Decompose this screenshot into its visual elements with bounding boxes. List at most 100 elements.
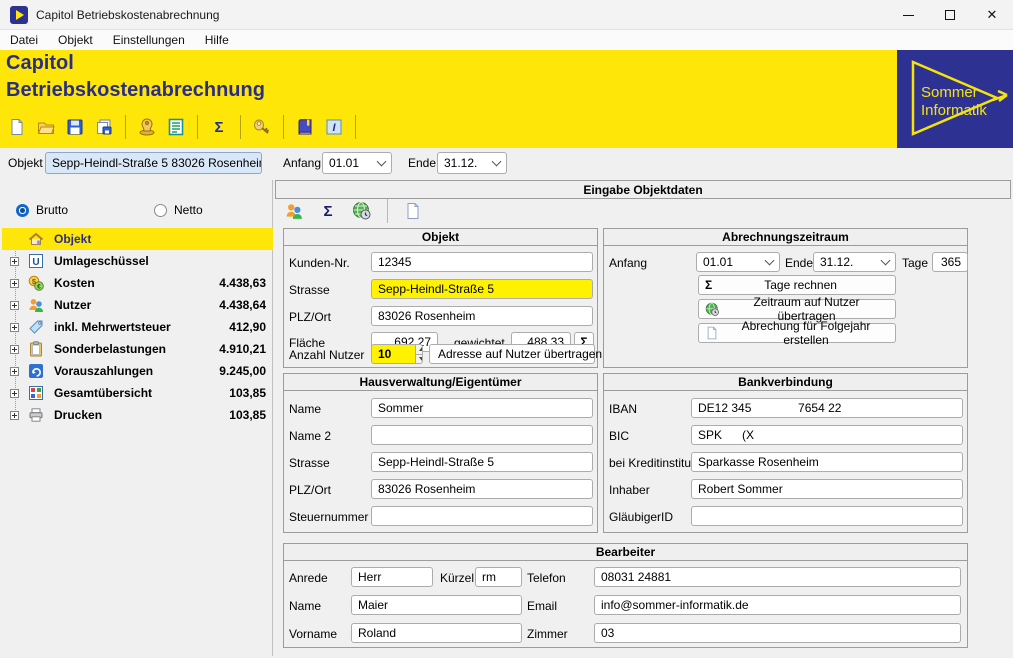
- sidebar-item-sonderbelastungen[interactable]: Sonderbelastungen 4.910,21: [2, 338, 273, 360]
- expand-plus-icon[interactable]: [10, 322, 19, 332]
- brand-title: Capitol: [6, 52, 74, 74]
- save-all-icon[interactable]: [93, 116, 115, 138]
- anzahl-nutzer-stepper[interactable]: 10: [371, 344, 423, 364]
- main-toolbar: Σ I: [6, 114, 359, 140]
- radio-netto[interactable]: Netto: [154, 203, 203, 217]
- users-icon[interactable]: [283, 200, 305, 222]
- hv-strasse-field[interactable]: Sepp-Heindl-Straße 5: [371, 452, 593, 472]
- hv-steuernummer-field[interactable]: [371, 506, 593, 526]
- sidebar-item-kosten[interactable]: $ € Kosten 4.438,63: [2, 272, 273, 294]
- new-document-icon[interactable]: [6, 116, 28, 138]
- ende-select[interactable]: 31.12.: [437, 152, 507, 174]
- sidebar-item-mehrwertsteuer[interactable]: inkl. Mehrwertsteuer 412,90: [2, 316, 273, 338]
- bearbeiter-groupbox-title: Bearbeiter: [283, 543, 968, 561]
- expand-plus-icon[interactable]: [10, 388, 19, 398]
- hausverwaltung-groupbox: Hausverwaltung/Eigentümer Name Sommer Na…: [283, 373, 598, 533]
- kunden-nr-field[interactable]: 12345: [371, 252, 593, 272]
- email-label: Email: [527, 599, 558, 613]
- report-icon[interactable]: [165, 116, 187, 138]
- sidebar: Brutto Netto Objekt U Umlageschüssel $ € …: [2, 180, 273, 656]
- strasse-label: Strasse: [289, 283, 330, 297]
- maximize-button[interactable]: [929, 0, 971, 30]
- iban-field[interactable]: DE12 345 7654 22: [691, 398, 963, 418]
- globe-clock-icon[interactable]: [351, 200, 373, 222]
- kuerzel-field[interactable]: rm: [475, 567, 522, 587]
- tree-value: 9.245,00: [219, 364, 266, 378]
- tage-label: Tage: [902, 256, 929, 270]
- sidebar-item-vorauszahlungen[interactable]: Vorauszahlungen 9.245,00: [2, 360, 273, 382]
- inhaber-field[interactable]: Robert Sommer: [691, 479, 963, 499]
- anzahl-nutzer-label: Anzahl Nutzer: [289, 348, 365, 362]
- stamp-icon[interactable]: [136, 116, 158, 138]
- menu-datei[interactable]: Datei: [0, 30, 48, 50]
- close-button[interactable]: ✕: [971, 0, 1013, 30]
- clipboard-icon: [28, 341, 44, 357]
- anfang-select[interactable]: 01.01: [322, 152, 392, 174]
- hv-name2-field[interactable]: [371, 425, 593, 445]
- zeitraum-ende-select[interactable]: 31.12.: [813, 252, 896, 272]
- objekt-row-label: Objekt: [8, 156, 43, 170]
- stepper-arrows[interactable]: [415, 345, 422, 363]
- expand-plus-icon[interactable]: [10, 278, 19, 288]
- sidebar-item-nutzer[interactable]: Nutzer 4.438,64: [2, 294, 273, 316]
- tage-rechnen-button[interactable]: Σ Tage rechnen: [698, 275, 896, 295]
- open-folder-icon[interactable]: [35, 116, 57, 138]
- radio-brutto[interactable]: Brutto: [16, 203, 68, 217]
- adresse-uebertragen-button[interactable]: Adresse auf Nutzer übertragen: [429, 344, 602, 364]
- menu-einstellungen[interactable]: Einstellungen: [103, 30, 195, 50]
- kreditinstitut-field[interactable]: Sparkasse Rosenheim: [691, 452, 963, 472]
- telefon-field[interactable]: 08031 24881: [594, 567, 961, 587]
- objekt-field[interactable]: Sepp-Heindl-Straße 5 83026 Rosenheim: [45, 152, 262, 174]
- radio-netto-dot: [154, 203, 167, 217]
- save-icon[interactable]: [64, 116, 86, 138]
- hausverwaltung-groupbox-title: Hausverwaltung/Eigentümer: [283, 373, 598, 391]
- bic-field[interactable]: SPK (X: [691, 425, 963, 445]
- hv-name-field[interactable]: Sommer: [371, 398, 593, 418]
- maximize-icon: [945, 10, 955, 20]
- hv-steuernummer-label: Steuernummer: [289, 510, 369, 524]
- sidebar-item-drucken[interactable]: Drucken 103,85: [2, 404, 273, 426]
- sidebar-item-gesamtuebersicht[interactable]: Gesamtübersicht 103,85: [2, 382, 273, 404]
- zimmer-field[interactable]: 03: [594, 623, 961, 643]
- email-field[interactable]: info@sommer-informatik.de: [594, 595, 961, 615]
- minimize-button[interactable]: [887, 0, 929, 30]
- hv-plz-label: PLZ/Ort: [289, 483, 332, 497]
- name-field[interactable]: Maier: [351, 595, 522, 615]
- folgejahr-button[interactable]: Abrechung für Folgejahr erstellen: [698, 319, 896, 347]
- zimmer-label: Zimmer: [527, 627, 568, 641]
- keys-icon[interactable]: [251, 116, 273, 138]
- toolbar-separator: [283, 115, 284, 139]
- expand-plus-icon[interactable]: [10, 410, 19, 420]
- zeitraum-groupbox: Abrechnungszeitraum Anfang 01.01 Ende 31…: [603, 228, 968, 368]
- sidebar-item-umlageschuessel[interactable]: U Umlageschüssel: [2, 250, 273, 272]
- zeitraum-uebertragen-button[interactable]: Zeitraum auf Nutzer übertragen: [698, 295, 896, 323]
- expand-plus-icon[interactable]: [10, 344, 19, 354]
- bank-groupbox-title: Bankverbindung: [603, 373, 968, 391]
- zeitraum-anfang-select[interactable]: 01.01: [696, 252, 780, 272]
- title-bar: Capitol Betriebskostenabrechnung ✕: [0, 0, 1013, 30]
- vorname-field[interactable]: Roland: [351, 623, 522, 643]
- toolbar-separator: [240, 115, 241, 139]
- sigma-icon[interactable]: Σ: [317, 200, 339, 222]
- help-book-icon[interactable]: [294, 116, 316, 138]
- anrede-field[interactable]: Herr: [351, 567, 433, 587]
- blank-page-icon[interactable]: [402, 200, 424, 222]
- expand-plus-icon[interactable]: [10, 256, 19, 266]
- svg-text:U: U: [32, 257, 39, 268]
- u-icon: U: [28, 253, 44, 269]
- hv-plz-field[interactable]: 83026 Rosenheim: [371, 479, 593, 499]
- expand-plus-icon[interactable]: [10, 366, 19, 376]
- sidebar-item-objekt[interactable]: Objekt: [2, 228, 273, 250]
- application-window: Capitol Betriebskostenabrechnung ✕ Datei…: [0, 0, 1013, 658]
- glaeubigerid-field[interactable]: [691, 506, 963, 526]
- menu-hilfe[interactable]: Hilfe: [195, 30, 239, 50]
- plz-ort-field[interactable]: 83026 Rosenheim: [371, 306, 593, 326]
- info-icon[interactable]: I: [323, 116, 345, 138]
- zeitraum-ende-label: Ende: [785, 256, 814, 270]
- tage-field[interactable]: 365: [932, 252, 968, 272]
- menu-objekt[interactable]: Objekt: [48, 30, 103, 50]
- sigma-icon[interactable]: Σ: [208, 116, 230, 138]
- tree-value: 412,90: [229, 320, 266, 334]
- expand-plus-icon[interactable]: [10, 300, 19, 310]
- strasse-field[interactable]: Sepp-Heindl-Straße 5: [371, 279, 593, 299]
